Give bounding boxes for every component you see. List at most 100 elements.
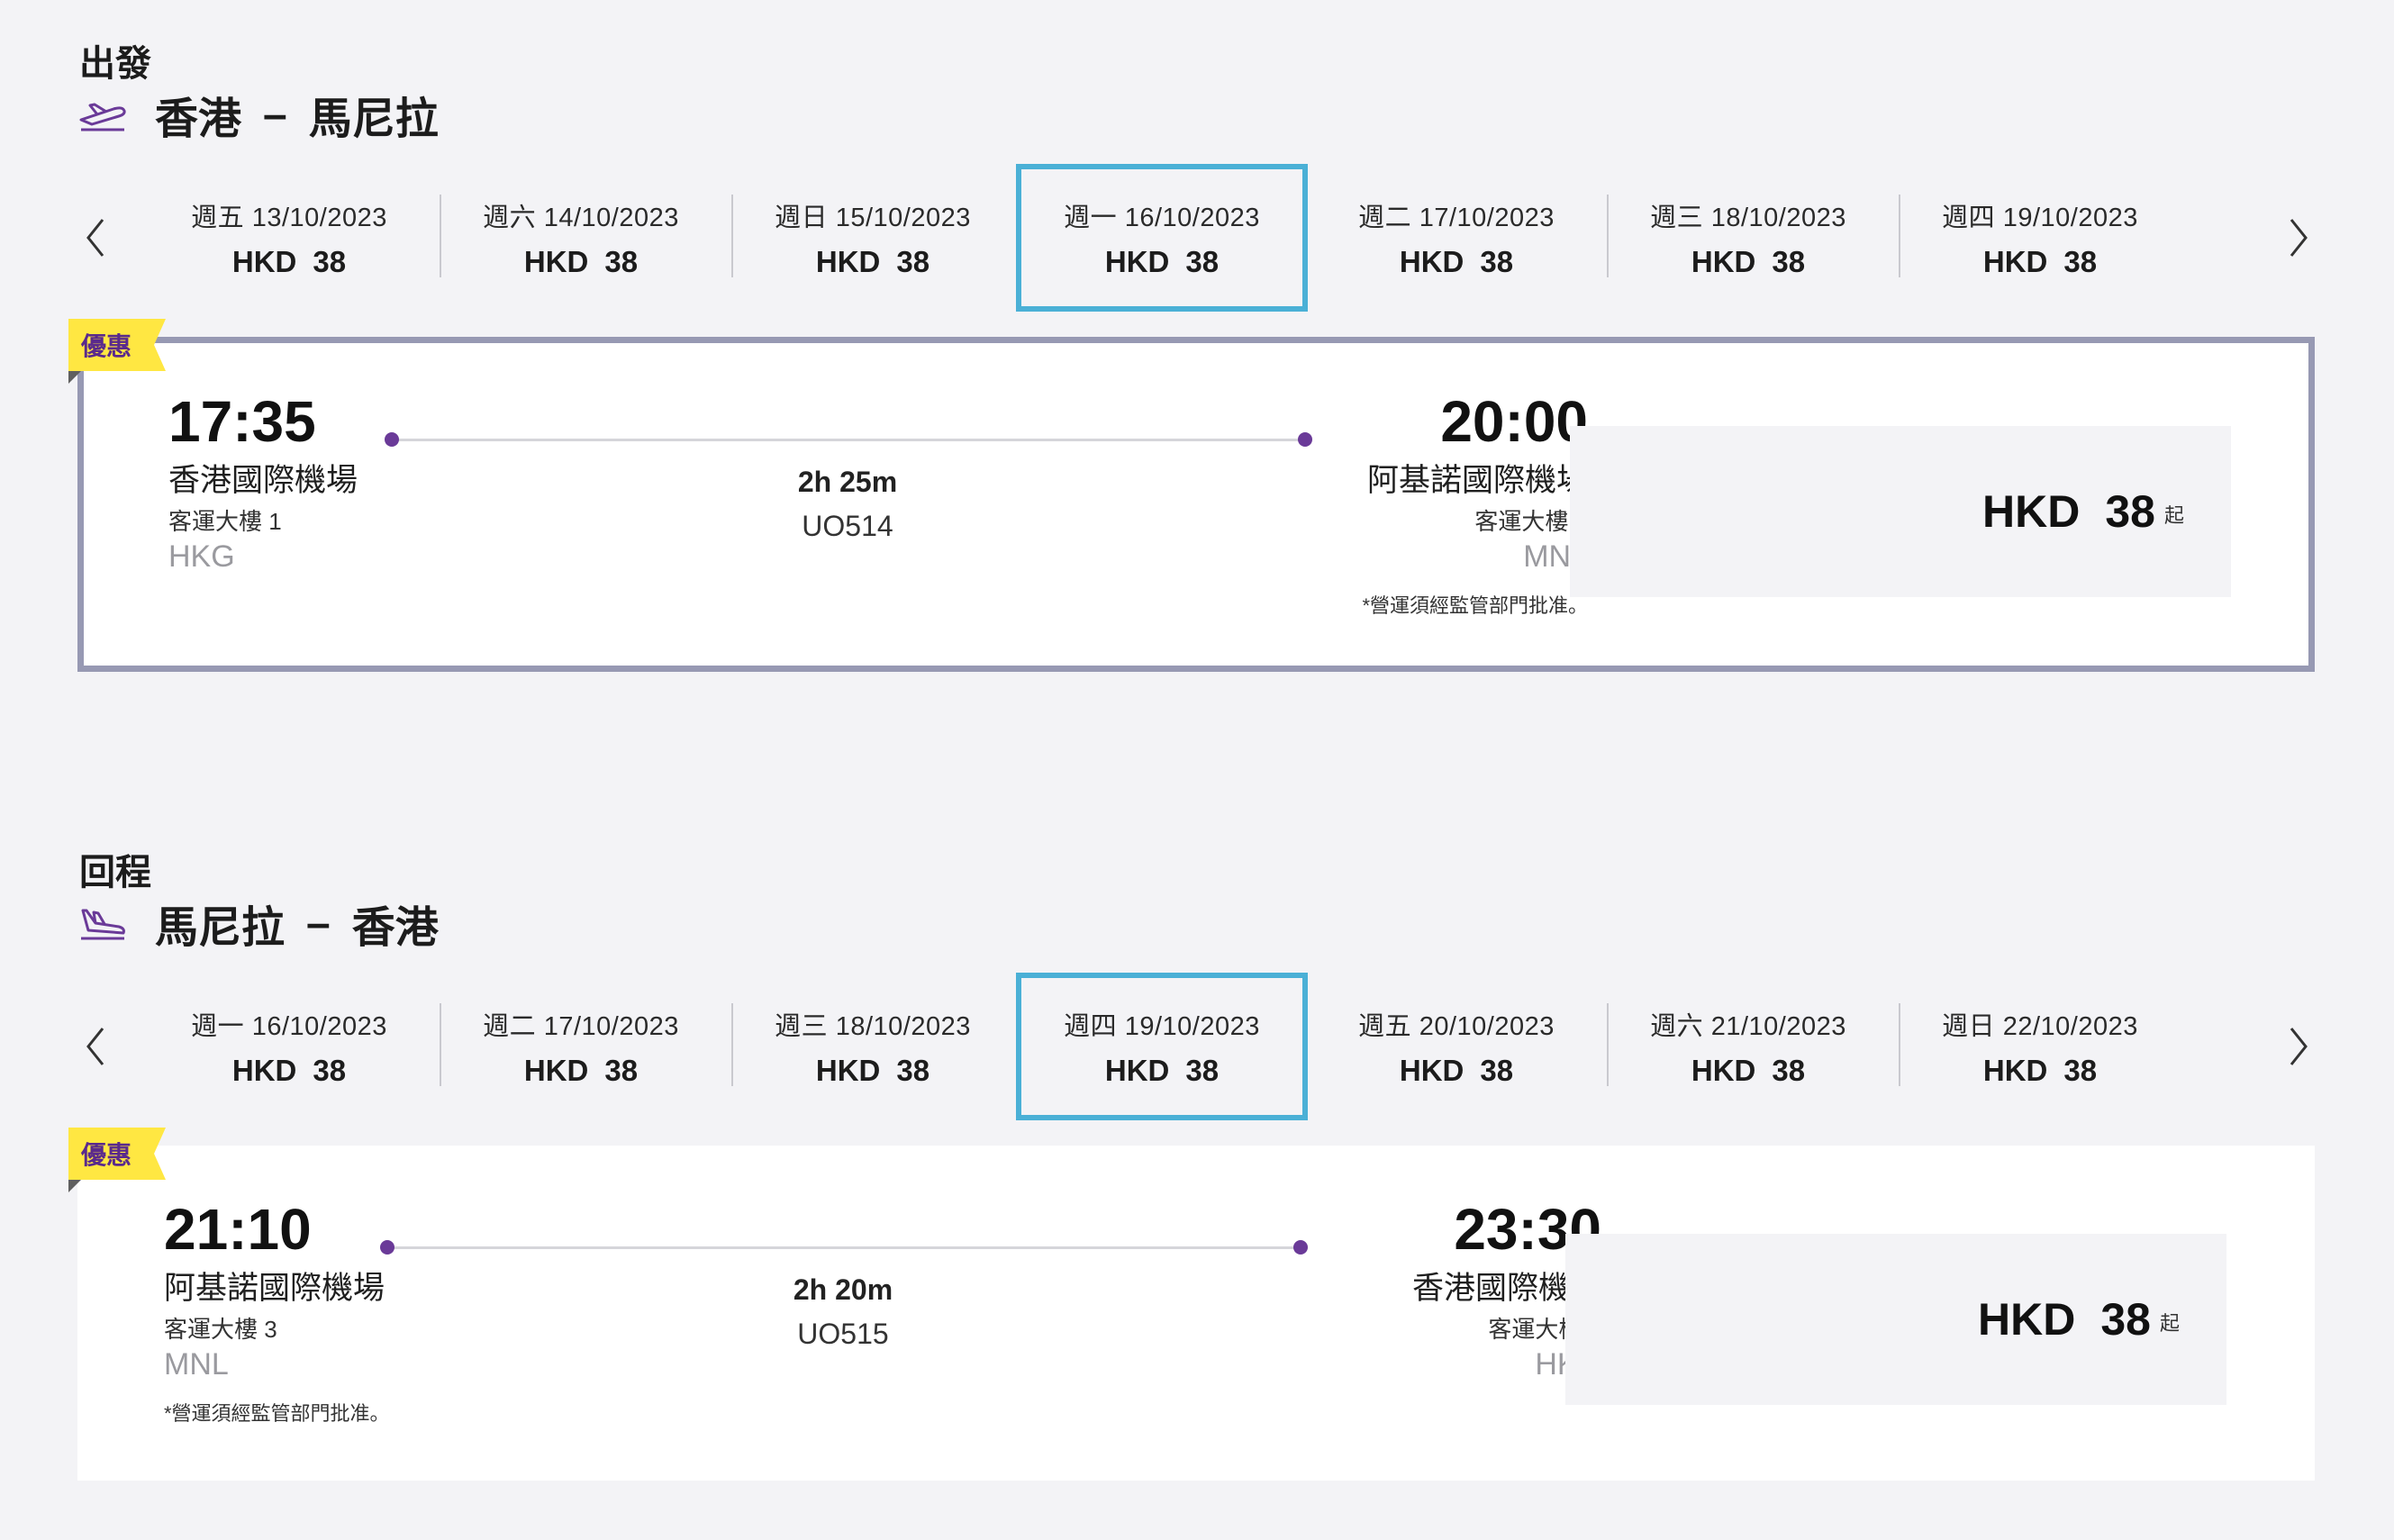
flight-path-line [392, 439, 1303, 441]
flight-number: UO514 [802, 510, 893, 542]
date-label: 週六 14/10/2023 [483, 204, 679, 232]
date-label: 週二 17/10/2023 [1358, 204, 1555, 232]
price-amount: 38 [2105, 486, 2155, 537]
date-price: 38 [2063, 245, 2098, 278]
date-label: 週一 16/10/2023 [1064, 204, 1260, 232]
next-dates-button[interactable] [2281, 211, 2317, 265]
depart-terminal: 客運大樓 1 [168, 508, 282, 535]
promo-tag-fold [68, 371, 81, 384]
return-date-selector: 週一 16/10/2023 HKD 38 週二 17/10/2023 HKD 38 … [77, 973, 2317, 1120]
date-option-selected[interactable]: 週一 16/10/2023 HKD 38 [1016, 164, 1308, 312]
price-currency: HKD [1982, 486, 2081, 537]
date-option[interactable]: 週五 20/10/2023 HKD 38 [1310, 973, 1602, 1120]
date-currency: HKD [1691, 1054, 1756, 1087]
price-button[interactable]: HKD 38 起 [1565, 1234, 2226, 1405]
date-option[interactable]: 週四 19/10/2023 HKD 38 [1894, 164, 2186, 312]
flight-duration: 2h 20m [793, 1273, 893, 1306]
date-currency: HKD [523, 245, 589, 278]
date-currency: HKD [1104, 245, 1170, 278]
date-price: 38 [1772, 1054, 1806, 1087]
promo-tag-fold [68, 1180, 81, 1192]
route-dash: – [263, 90, 287, 139]
flight-duration: 2h 25m [797, 466, 898, 498]
depart-terminal: 客運大樓 3 [164, 1316, 277, 1343]
date-currency: HKD [1399, 1054, 1465, 1087]
arrive-dot [1293, 1240, 1308, 1255]
return-flight-card[interactable]: 21:10 阿基諾國際機場 客運大樓 3 MNL *營運須經監管部門批准。 2h… [77, 1146, 2315, 1481]
flight-info: 2h 20m UO515 [708, 1273, 978, 1351]
depart-code: HKG [168, 539, 235, 574]
date-price: 38 [313, 1054, 347, 1087]
approval-note: *營運須經監管部門批准。 [164, 1402, 390, 1425]
date-currency: HKD [231, 1054, 297, 1087]
date-option[interactable]: 週三 18/10/2023 HKD 38 [727, 973, 1019, 1120]
date-label: 週五 13/10/2023 [191, 204, 387, 232]
date-label: 週日 15/10/2023 [775, 204, 971, 232]
price-from-label: 起 [2159, 1312, 2180, 1335]
plane-landing-icon [77, 905, 128, 941]
price-button[interactable]: HKD 38 起 [1570, 426, 2231, 597]
date-label: 週二 17/10/2023 [483, 1012, 679, 1041]
arrive-time: 20:00 [1440, 389, 1588, 454]
date-label: 週三 18/10/2023 [1650, 204, 1846, 232]
date-price: 38 [896, 1054, 930, 1087]
date-currency: HKD [1982, 1054, 2048, 1087]
arrive-airport: 阿基諾國際機場 [1366, 463, 1588, 498]
outbound-section-label: 出發 [79, 44, 151, 84]
date-price: 38 [313, 245, 347, 278]
route-dash: – [306, 899, 331, 947]
date-option[interactable]: 週六 21/10/2023 HKD 38 [1602, 973, 1894, 1120]
outbound-flight-card[interactable]: 17:35 香港國際機場 客運大樓 1 HKG 2h 25m UO514 20:… [77, 337, 2315, 672]
route-destination: 馬尼拉 [308, 95, 439, 143]
outbound-date-selector: 週五 13/10/2023 HKD 38 週六 14/10/2023 HKD 38 … [77, 164, 2317, 312]
flight-number: UO515 [797, 1318, 889, 1350]
date-price: 38 [1185, 1054, 1220, 1087]
next-dates-button[interactable] [2281, 1019, 2317, 1073]
depart-dot [380, 1240, 394, 1255]
date-currency: HKD [1982, 245, 2048, 278]
return-route: 馬尼拉 – 香港 [77, 892, 439, 955]
date-currency: HKD [1104, 1054, 1170, 1087]
date-price: 38 [604, 1054, 639, 1087]
date-label: 週六 21/10/2023 [1650, 1012, 1846, 1041]
promo-tag: 優惠 [68, 319, 166, 371]
date-option[interactable]: 週二 17/10/2023 HKD 38 [435, 973, 727, 1120]
date-option[interactable]: 週六 14/10/2023 HKD 38 [435, 164, 727, 312]
date-price: 38 [896, 245, 930, 278]
date-label: 週三 18/10/2023 [775, 1012, 971, 1041]
date-option[interactable]: 週二 17/10/2023 HKD 38 [1310, 164, 1602, 312]
flight-info: 2h 25m UO514 [712, 466, 983, 543]
date-currency: HKD [815, 1054, 881, 1087]
route-origin: 馬尼拉 [155, 904, 286, 952]
date-currency: HKD [1399, 245, 1465, 278]
price-from-label: 起 [2163, 504, 2184, 527]
date-currency: HKD [231, 245, 297, 278]
depart-airport: 阿基諾國際機場 [164, 1271, 385, 1306]
return-section: 回程 馬尼拉 – 香港 週一 16/10/2023 HKD 38 週二 17/10… [0, 809, 2394, 1529]
date-option-selected[interactable]: 週四 19/10/2023 HKD 38 [1016, 973, 1308, 1120]
date-label: 週四 19/10/2023 [1064, 1012, 1260, 1041]
date-option[interactable]: 週五 13/10/2023 HKD 38 [143, 164, 435, 312]
depart-airport: 香港國際機場 [168, 463, 358, 498]
price-currency: HKD [1978, 1294, 2076, 1345]
date-price: 38 [1772, 245, 1806, 278]
date-option[interactable]: 週日 15/10/2023 HKD 38 [727, 164, 1019, 312]
prev-dates-button[interactable] [77, 211, 113, 265]
date-option[interactable]: 週日 22/10/2023 HKD 38 [1894, 973, 2186, 1120]
date-price: 38 [1480, 245, 1514, 278]
outbound-route: 香港 – 馬尼拉 [77, 83, 439, 146]
depart-time: 17:35 [168, 389, 316, 454]
price-amount: 38 [2100, 1294, 2151, 1345]
chevron-left-icon [86, 1028, 104, 1065]
date-price: 38 [1480, 1054, 1514, 1087]
date-price: 38 [1185, 245, 1220, 278]
depart-dot [385, 432, 399, 447]
chevron-right-icon [2290, 219, 2308, 257]
date-option[interactable]: 週一 16/10/2023 HKD 38 [143, 973, 435, 1120]
date-option[interactable]: 週三 18/10/2023 HKD 38 [1602, 164, 1894, 312]
arrive-dot [1298, 432, 1312, 447]
date-price: 38 [604, 245, 639, 278]
plane-takeoff-icon [77, 96, 128, 132]
prev-dates-button[interactable] [77, 1019, 113, 1073]
outbound-section: 出發 香港 – 馬尼拉 週五 13/10/2023 HKD 38 週六 14/10… [0, 0, 2394, 684]
